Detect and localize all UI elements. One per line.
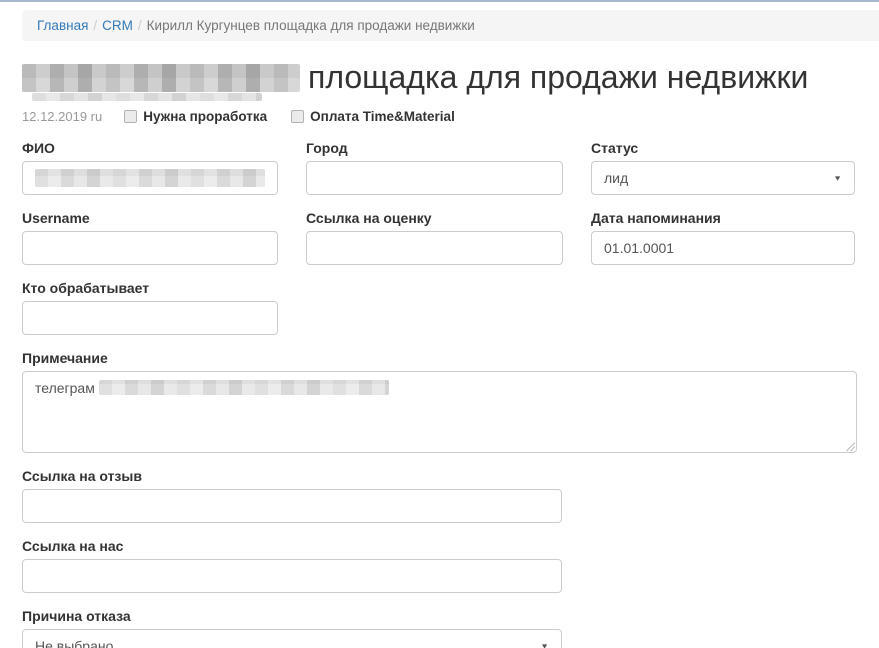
breadcrumb-home-link[interactable]: Главная <box>37 18 88 33</box>
rejection-reason-label: Причина отказа <box>22 608 562 624</box>
status-field-group: Статус лид ▼ <box>591 140 855 195</box>
reminder-date-field-group: Дата напоминания <box>591 210 855 265</box>
censored-note-value <box>99 380 389 395</box>
rejection-reason-select[interactable]: Не выбрано ▼ <box>22 629 562 648</box>
chevron-down-icon: ▼ <box>833 174 842 182</box>
note-textarea[interactable]: телеграм <box>22 371 857 453</box>
score-link-input[interactable] <box>306 231 563 265</box>
our-link-input[interactable] <box>22 559 562 593</box>
censored-block <box>22 64 300 92</box>
username-field-group: Username <box>22 210 278 265</box>
checkbox-unchecked-icon[interactable] <box>124 110 137 123</box>
handler-field-group: Кто обрабатывает <box>22 280 278 335</box>
lead-form-grid: ФИО Город Статус лид ▼ Username Ссылка н… <box>22 140 879 350</box>
rejection-reason-field-group: Причина отказа Не выбрано ▼ <box>22 608 562 648</box>
breadcrumb-separator: / <box>133 18 147 33</box>
fio-label: ФИО <box>22 140 278 156</box>
breadcrumb-separator: / <box>88 18 102 33</box>
payment-tm-label: Оплата Time&Material <box>310 109 455 124</box>
our-link-field-group: Ссылка на нас <box>22 538 562 593</box>
censored-fio-value <box>35 169 265 187</box>
status-selected-value: лид <box>604 170 628 186</box>
page-title-text: площадка для продажи недвижки <box>308 59 808 95</box>
note-field-group: Примечание телеграм <box>22 350 857 453</box>
record-meta: 12.12.2019 ru Нужна проработка Оплата Ti… <box>22 109 855 124</box>
record-date: 12.12.2019 ru <box>22 109 102 124</box>
chevron-down-icon: ▼ <box>540 642 549 648</box>
textarea-resize-handle[interactable] <box>845 441 855 451</box>
status-label: Статус <box>591 140 855 156</box>
rejection-reason-selected-value: Не выбрано <box>35 638 113 648</box>
needs-elaboration-checkbox-group[interactable]: Нужна проработка <box>124 109 267 124</box>
censored-block <box>32 93 262 101</box>
review-link-field-group: Ссылка на отзыв <box>22 468 562 523</box>
needs-elaboration-label: Нужна проработка <box>143 109 267 124</box>
note-label: Примечание <box>22 350 857 366</box>
page-title: площадка для продажи недвижки <box>22 57 855 100</box>
username-input[interactable] <box>22 231 278 265</box>
reminder-date-label: Дата напоминания <box>591 210 855 226</box>
breadcrumb: Главная/CRM/Кирилл Кургунцев площадка дл… <box>22 10 879 41</box>
score-link-label: Ссылка на оценку <box>306 210 563 226</box>
status-select[interactable]: лид ▼ <box>591 161 855 195</box>
username-label: Username <box>22 210 278 226</box>
city-field-group: Город <box>306 140 563 195</box>
city-input[interactable] <box>306 161 563 195</box>
city-label: Город <box>306 140 563 156</box>
fio-input[interactable] <box>22 161 278 195</box>
score-link-field-group: Ссылка на оценку <box>306 210 563 265</box>
review-link-input[interactable] <box>22 489 562 523</box>
our-link-label: Ссылка на нас <box>22 538 562 554</box>
censored-client-name <box>22 60 300 100</box>
handler-label: Кто обрабатывает <box>22 280 278 296</box>
handler-input[interactable] <box>22 301 278 335</box>
review-link-label: Ссылка на отзыв <box>22 468 562 484</box>
reminder-date-input[interactable] <box>591 231 855 265</box>
breadcrumb-current: Кирилл Кургунцев площадка для продажи не… <box>147 18 475 33</box>
payment-tm-checkbox-group[interactable]: Оплата Time&Material <box>291 109 455 124</box>
breadcrumb-crm-link[interactable]: CRM <box>102 18 133 33</box>
checkbox-unchecked-icon[interactable] <box>291 110 304 123</box>
note-text: телеграм <box>35 380 95 396</box>
fio-field-group: ФИО <box>22 140 278 195</box>
